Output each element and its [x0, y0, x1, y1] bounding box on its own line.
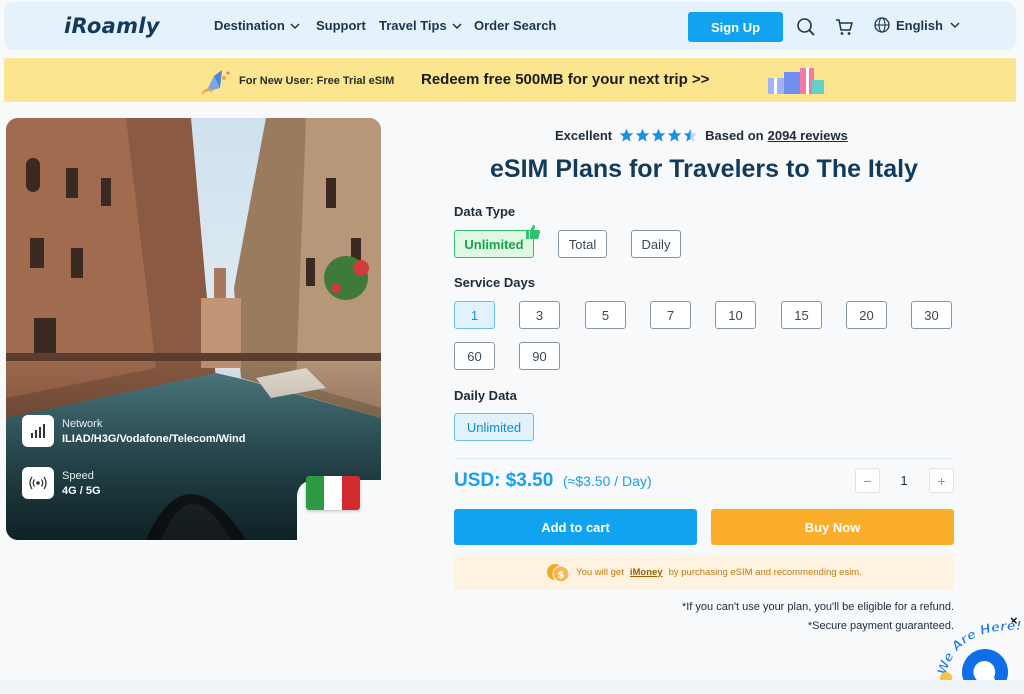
speed-label: Speed: [62, 469, 94, 482]
chevron-down-icon: [290, 22, 300, 29]
language-label: English: [896, 17, 943, 33]
page-title: eSIM Plans for Travelers to The Italy: [490, 155, 918, 183]
buy-now-button[interactable]: Buy Now: [711, 509, 954, 545]
globe-icon: [874, 17, 890, 33]
chevron-down-icon: [452, 22, 462, 29]
chevron-down-icon: [950, 22, 960, 29]
imoney-text-after: by purchasing eSIM and recommending esim…: [668, 567, 862, 578]
nav-support[interactable]: Support: [316, 18, 366, 33]
top-header: iRoamly Destination Support Travel Tips …: [4, 2, 1016, 50]
based-on-text: Based on: [705, 128, 764, 143]
nav-order-search-label: Order Search: [474, 18, 557, 33]
promo-small-text: For New User: Free Trial eSIM: [239, 75, 395, 87]
logo-text: iRoamly: [64, 14, 160, 38]
promo-banner[interactable]: For New User: Free Trial eSIM Redeem fre…: [4, 58, 1016, 102]
quantity-decrease-button[interactable]: −: [855, 468, 880, 493]
data-type-daily[interactable]: Daily: [631, 230, 681, 258]
quantity-value[interactable]: 1: [890, 473, 918, 488]
thumbs-up-icon: [526, 225, 540, 239]
promo-big-text[interactable]: Redeem free 500MB for your next trip >>: [421, 71, 709, 88]
star-icon: [619, 128, 634, 142]
quantity-increase-button[interactable]: +: [929, 468, 954, 493]
nav-destination-label: Destination: [214, 18, 285, 33]
logo[interactable]: iRoamly: [64, 14, 160, 38]
nav-support-label: Support: [316, 18, 366, 33]
days-option-7[interactable]: 7: [650, 301, 691, 329]
service-days-label: Service Days: [454, 275, 535, 290]
days-option-60[interactable]: 60: [454, 342, 495, 370]
daily-data-unlimited[interactable]: Unlimited: [454, 413, 534, 441]
days-option-10[interactable]: 10: [715, 301, 756, 329]
nav-order-search[interactable]: Order Search: [474, 18, 556, 33]
data-type-total[interactable]: Total: [558, 230, 607, 258]
language-selector[interactable]: English: [874, 17, 961, 33]
rating-label: Excellent: [555, 128, 613, 143]
days-option-3[interactable]: 3: [519, 301, 560, 329]
network-info: Network ILIAD/H3G/Vodafone/Telecom/Wind: [22, 415, 245, 447]
rocket-icon: [201, 70, 230, 95]
star-icon: [667, 128, 682, 142]
network-label: Network: [62, 417, 103, 430]
secure-payment-note: *Secure payment guaranteed.: [807, 620, 954, 632]
page-bottom-strip: [0, 680, 1024, 694]
nav-destination[interactable]: Destination: [214, 18, 301, 33]
add-to-cart-button[interactable]: Add to cart: [454, 509, 697, 545]
cart-icon[interactable]: [834, 17, 854, 37]
days-option-20[interactable]: 20: [846, 301, 887, 329]
divider: [454, 458, 954, 459]
sign-up-button[interactable]: Sign Up: [688, 12, 783, 42]
imoney-text-before: You will get: [576, 567, 624, 578]
days-option-30[interactable]: 30: [911, 301, 952, 329]
imoney-link[interactable]: iMoney: [630, 567, 663, 578]
speed-info: Speed 4G / 5G: [22, 467, 101, 499]
rating-summary: Excellent Based on 2094 reviews: [555, 128, 848, 143]
broadcast-icon: [22, 467, 54, 499]
star-icon: [651, 128, 666, 142]
refund-note: *If you can't use your plan, you'll be e…: [681, 601, 954, 613]
days-option-5[interactable]: 5: [585, 301, 626, 329]
half-star-icon: [683, 128, 698, 142]
nav-travel-tips[interactable]: Travel Tips: [379, 18, 463, 33]
gift-icon: [768, 68, 824, 94]
data-type-unlimited[interactable]: Unlimited: [454, 230, 534, 258]
daily-data-label: Daily Data: [454, 388, 517, 403]
days-option-15[interactable]: 15: [781, 301, 822, 329]
data-type-label: Data Type: [454, 204, 516, 219]
svg-text:$: $: [558, 570, 565, 581]
speed-value: 4G / 5G: [62, 484, 101, 497]
coin-icon: $: [547, 563, 570, 582]
price-per-day: (≈$3.50 / Day): [563, 473, 652, 489]
price-total: USD: $3.50: [454, 470, 554, 491]
signal-bars-icon: [22, 415, 54, 447]
search-icon[interactable]: [796, 17, 816, 37]
rating-stars: [619, 128, 698, 143]
days-option-1[interactable]: 1: [454, 301, 495, 329]
imoney-notice: $ You will get iMoney by purchasing eSIM…: [454, 555, 954, 590]
nav-travel-tips-label: Travel Tips: [379, 18, 447, 33]
days-option-90[interactable]: 90: [519, 342, 560, 370]
star-icon: [635, 128, 650, 142]
italy-flag: [306, 476, 360, 510]
reviews-link[interactable]: 2094 reviews: [768, 128, 848, 143]
network-value: ILIAD/H3G/Vodafone/Telecom/Wind: [62, 432, 246, 445]
